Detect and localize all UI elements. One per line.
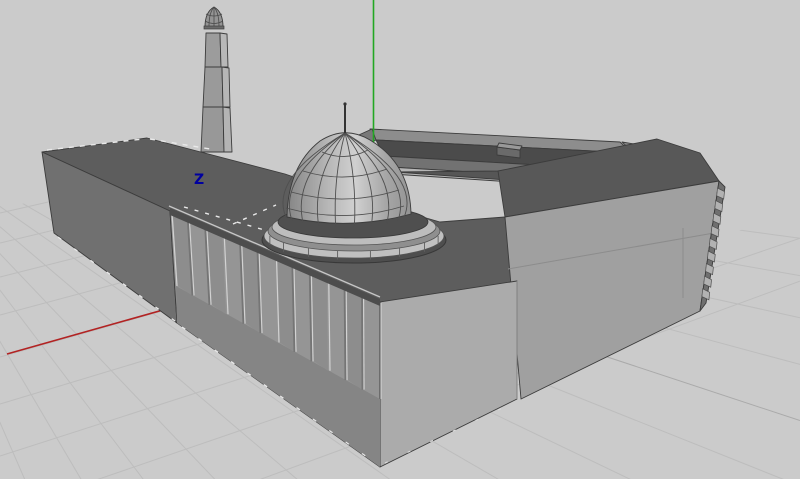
- finial-tip: [343, 102, 347, 106]
- scene-canvas: Z: [0, 0, 800, 479]
- z-axis-label: Z: [194, 172, 204, 188]
- 3d-viewport[interactable]: Z: [0, 0, 800, 479]
